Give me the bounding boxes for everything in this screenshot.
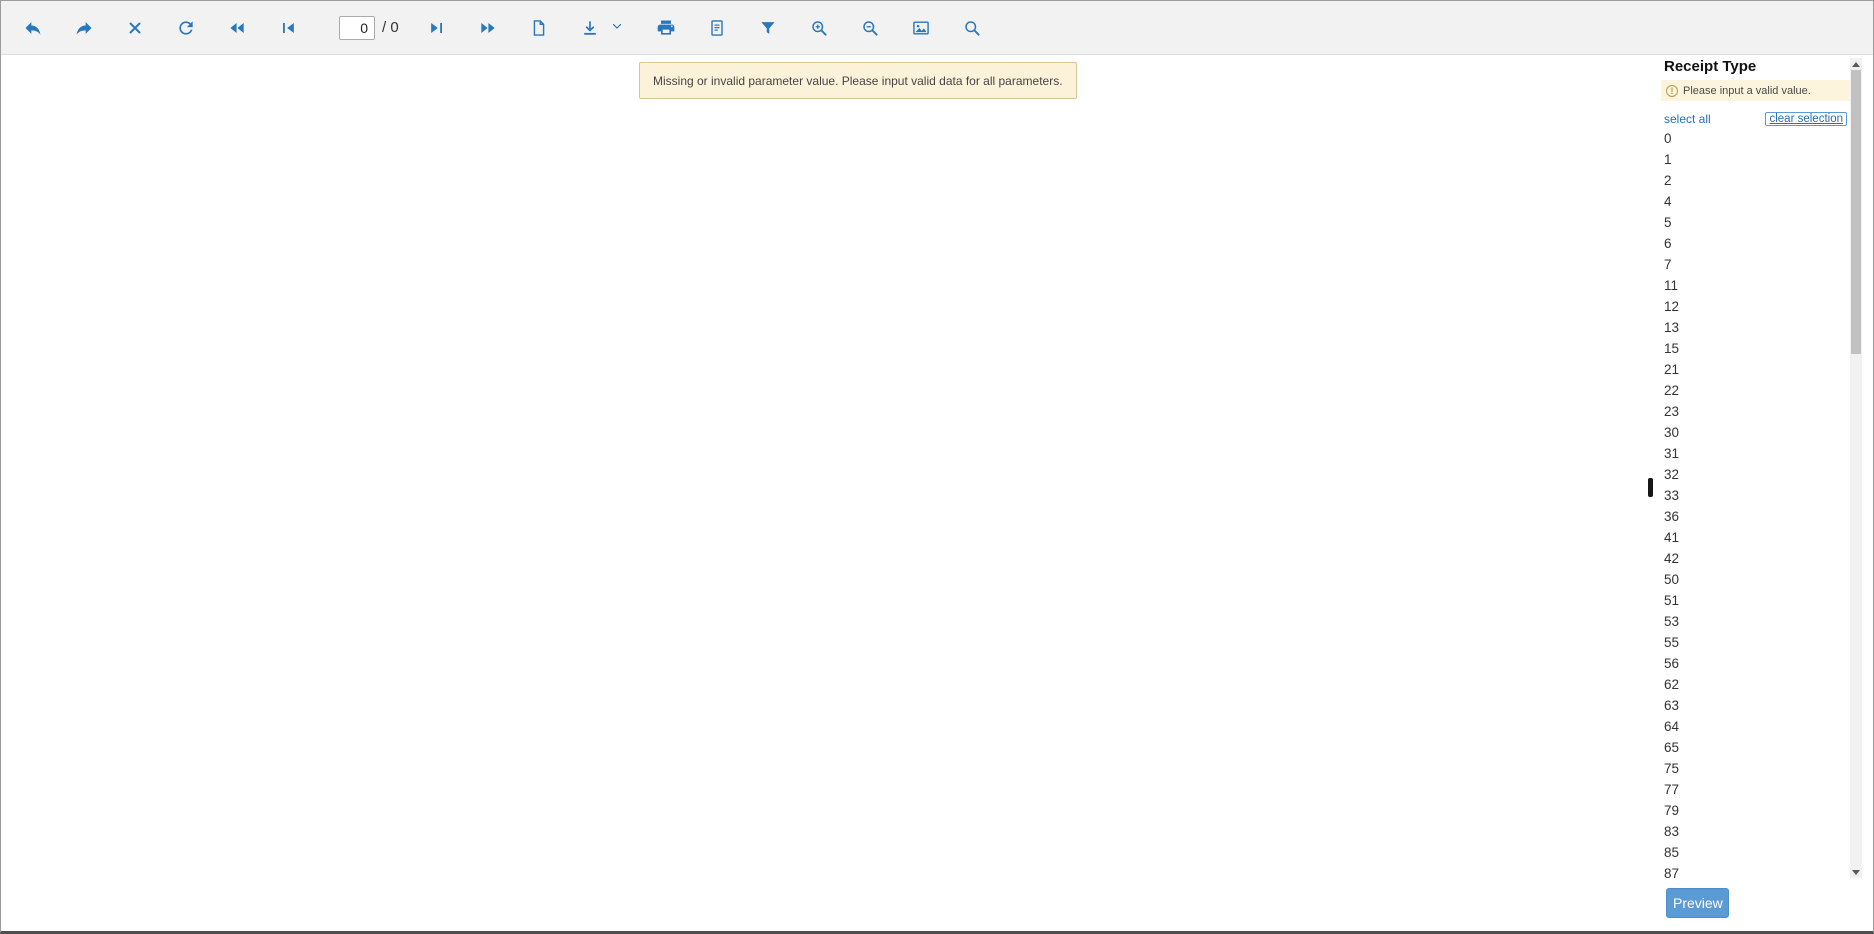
toolbar: / 0 [1, 1, 1873, 55]
undo-icon [23, 18, 43, 38]
zoom-out-icon [860, 18, 880, 38]
panel-splitter-handle[interactable] [1648, 478, 1653, 497]
receipt-type-option[interactable]: 77 [1655, 779, 1859, 800]
gallery-button[interactable] [908, 15, 934, 41]
receipt-type-option[interactable]: 13 [1655, 317, 1859, 338]
new-document-icon [529, 18, 549, 38]
receipt-type-option[interactable]: 64 [1655, 716, 1859, 737]
receipt-type-option[interactable]: 0 [1655, 128, 1859, 149]
redo-icon [74, 18, 94, 38]
parameter-validation-message: ! Please input a valid value. [1661, 80, 1857, 101]
first-page-icon [278, 18, 298, 38]
receipt-type-option[interactable]: 31 [1655, 443, 1859, 464]
parameter-warning-banner: Missing or invalid parameter value. Plea… [639, 62, 1077, 99]
receipt-type-option[interactable]: 2 [1655, 170, 1859, 191]
fast-forward-icon [478, 18, 498, 38]
filter-icon [758, 18, 778, 38]
download-icon [580, 18, 600, 38]
gallery-icon [911, 18, 931, 38]
select-all-link[interactable]: select all [1664, 112, 1711, 126]
download-button[interactable] [577, 15, 603, 41]
last-page-icon [427, 18, 447, 38]
receipt-type-option[interactable]: 36 [1655, 506, 1859, 527]
page-number-input[interactable] [339, 16, 375, 40]
receipt-type-option[interactable]: 23 [1655, 401, 1859, 422]
undo-button[interactable] [20, 15, 46, 41]
parameters-panel: Receipt Type ! Please input a valid valu… [1655, 55, 1873, 931]
fast-backward-icon [227, 18, 247, 38]
receipt-type-option[interactable]: 56 [1655, 653, 1859, 674]
parameter-title: Receipt Type [1664, 58, 1756, 75]
receipt-type-option[interactable]: 1 [1655, 149, 1859, 170]
print-icon [656, 18, 676, 38]
receipt-type-option[interactable]: 22 [1655, 380, 1859, 401]
panel-scrollbar[interactable] [1850, 58, 1862, 878]
page-total-label: / 0 [382, 19, 399, 36]
receipt-type-option[interactable]: 87 [1655, 863, 1859, 878]
receipt-type-option[interactable]: 65 [1655, 737, 1859, 758]
zoom-in-icon [809, 18, 829, 38]
report-canvas: Missing or invalid parameter value. Plea… [1, 55, 1655, 931]
receipt-type-option[interactable]: 21 [1655, 359, 1859, 380]
receipt-type-option[interactable]: 32 [1655, 464, 1859, 485]
receipt-type-option[interactable]: 5 [1655, 212, 1859, 233]
receipt-type-option[interactable]: 75 [1655, 758, 1859, 779]
fast-backward-button[interactable] [224, 15, 250, 41]
download-menu-button[interactable] [609, 15, 625, 41]
scrollbar-thumb[interactable] [1851, 70, 1861, 354]
receipt-type-option[interactable]: 15 [1655, 338, 1859, 359]
search-icon [962, 18, 982, 38]
preview-button[interactable]: Preview [1666, 888, 1729, 918]
report-viewer-window: / 0 [0, 0, 1874, 934]
receipt-type-option[interactable]: 7 [1655, 254, 1859, 275]
receipt-type-option[interactable]: 11 [1655, 275, 1859, 296]
refresh-icon [176, 18, 196, 38]
receipt-type-option[interactable]: 50 [1655, 569, 1859, 590]
new-document-button[interactable] [526, 15, 552, 41]
receipt-type-option[interactable]: 85 [1655, 842, 1859, 863]
last-page-button[interactable] [424, 15, 450, 41]
page-setup-icon [707, 18, 727, 38]
receipt-type-option[interactable]: 55 [1655, 632, 1859, 653]
receipt-type-option[interactable]: 6 [1655, 233, 1859, 254]
cancel-button[interactable] [122, 15, 148, 41]
fast-forward-button[interactable] [475, 15, 501, 41]
page-setup-button[interactable] [704, 15, 730, 41]
receipt-type-option[interactable]: 4 [1655, 191, 1859, 212]
zoom-in-button[interactable] [806, 15, 832, 41]
clear-selection-link[interactable]: clear selection [1765, 112, 1847, 126]
chevron-down-icon [611, 20, 623, 35]
cancel-icon [126, 19, 144, 37]
receipt-type-option[interactable]: 63 [1655, 695, 1859, 716]
receipt-type-option[interactable]: 53 [1655, 611, 1859, 632]
zoom-out-button[interactable] [857, 15, 883, 41]
receipt-type-option[interactable]: 42 [1655, 548, 1859, 569]
receipt-type-option[interactable]: 12 [1655, 296, 1859, 317]
redo-button[interactable] [71, 15, 97, 41]
receipt-type-option[interactable]: 62 [1655, 674, 1859, 695]
validation-text: Please input a valid value. [1683, 85, 1811, 97]
info-icon: ! [1666, 85, 1678, 97]
receipt-type-list: 0 1 2 4 5 6 7 11 12 13 15 21 [1655, 128, 1859, 878]
print-button[interactable] [653, 15, 679, 41]
receipt-type-option[interactable]: 79 [1655, 800, 1859, 821]
scroll-down-arrow-icon[interactable] [1850, 866, 1862, 878]
receipt-type-option[interactable]: 83 [1655, 821, 1859, 842]
receipt-type-option[interactable]: 41 [1655, 527, 1859, 548]
scroll-up-arrow-icon[interactable] [1850, 58, 1862, 70]
search-button[interactable] [959, 15, 985, 41]
selection-links: select all clear selection [1664, 110, 1847, 127]
refresh-button[interactable] [173, 15, 199, 41]
receipt-type-option[interactable]: 30 [1655, 422, 1859, 443]
receipt-type-option[interactable]: 51 [1655, 590, 1859, 611]
receipt-type-option[interactable]: 33 [1655, 485, 1859, 506]
first-page-button[interactable] [275, 15, 301, 41]
filter-button[interactable] [755, 15, 781, 41]
